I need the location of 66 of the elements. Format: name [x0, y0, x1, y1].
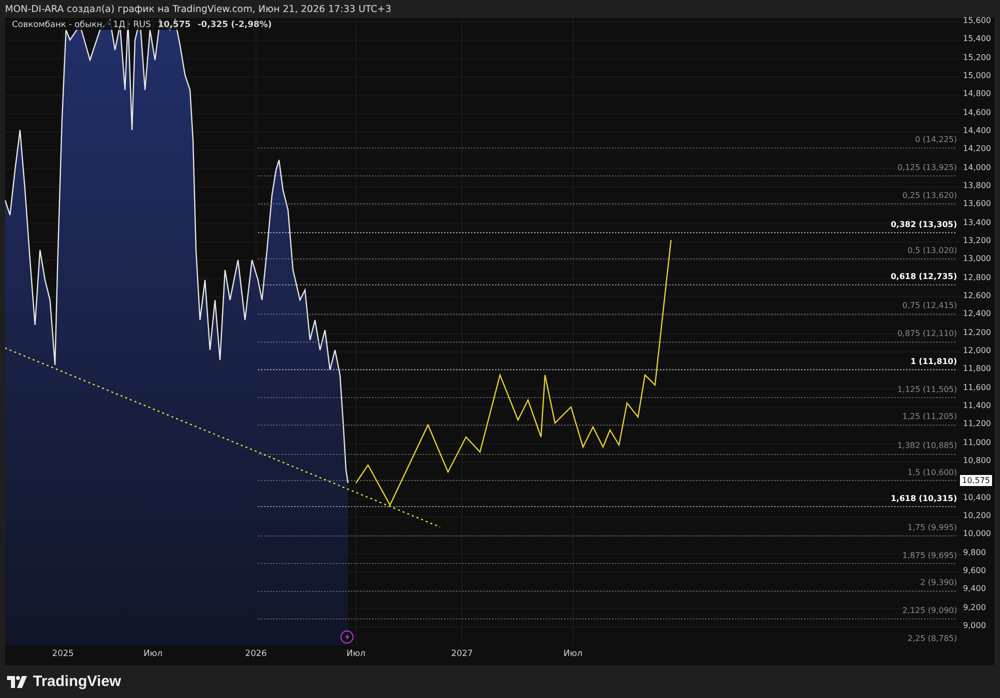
brand-name: TradingView — [33, 673, 122, 690]
symbol-title: Совкомбанк - обыкн. · 1Д · RUS — [11, 20, 152, 30]
fib-level-label: 0,25 (13,620) — [902, 190, 957, 200]
time-tick: 2026 — [245, 649, 267, 659]
fib-level-label: 1,5 (10,600) — [908, 468, 957, 476]
fib-level-label: 1,382 (10,885) — [897, 441, 957, 450]
price-tick: 12,400 — [963, 309, 991, 318]
price-tick: 10,800 — [963, 456, 991, 465]
price-tick: 13,200 — [963, 236, 991, 245]
price-tick: 15,000 — [963, 71, 991, 80]
price-tick: 15,400 — [963, 34, 991, 44]
price-tick: 12,600 — [963, 291, 991, 300]
time-tick: Июл — [564, 649, 582, 659]
price-tick: 11,000 — [963, 438, 991, 447]
fib-level-label: 2,25 (8,785) — [908, 634, 957, 643]
fib-level-label: 0 (14,225) — [915, 135, 957, 144]
price-tick: 9,400 — [963, 584, 986, 594]
fib-level-label: 1,875 (9,695) — [902, 550, 957, 560]
price-change: -0,325 (-2,98%) — [196, 20, 273, 30]
fib-level-label: 0,382 (13,305) — [890, 220, 957, 229]
price-tick: 15,600 — [963, 16, 991, 25]
time-tick: Июл — [346, 649, 366, 659]
fib-level-label: 1,75 (9,995) — [908, 523, 957, 532]
price-tick: 11,800 — [963, 364, 991, 374]
price-tick: 14,000 — [963, 162, 991, 172]
fib-level-label: 0,125 (13,925) — [897, 162, 957, 172]
fib-level-label: 1 (11,810) — [910, 356, 957, 366]
fib-level-label: 0,5 (13,020) — [908, 246, 957, 255]
fib-level-label: 1,618 (10,315) — [890, 494, 957, 503]
price-tick: 12,800 — [963, 272, 991, 282]
price-tick: 15,200 — [963, 52, 991, 62]
price-tick: 12,200 — [963, 328, 991, 337]
price-tick: 9,800 — [963, 548, 986, 557]
price-tick: 11,200 — [963, 419, 991, 428]
fib-level-label: 1,25 (11,205) — [902, 412, 957, 422]
price-tick: 11,600 — [963, 382, 991, 392]
price-tick: 14,200 — [963, 144, 991, 154]
last-price: 10,575 — [156, 20, 192, 30]
price-tick: 14,400 — [963, 126, 991, 135]
fib-level-label: 0,75 (12,415) — [902, 301, 957, 310]
price-tick: 12,000 — [963, 346, 991, 355]
lightning-icon[interactable] — [340, 630, 354, 644]
time-tick: 2027 — [451, 649, 473, 659]
chart-attribution: MON-DI-ARA создал(а) график на TradingView.com, Июн 21, 2026 17:33 UTC+3 — [5, 4, 392, 14]
time-tick: 2025 — [52, 649, 74, 659]
price-tick: 14,600 — [963, 108, 991, 117]
price-tick: 9,600 — [963, 566, 986, 575]
fib-level-label: 1,125 (11,505) — [897, 384, 957, 394]
last-price-tag: 10,575 — [960, 475, 992, 486]
price-tick: 9,200 — [963, 602, 986, 612]
fib-level-label: 2 (9,390) — [920, 578, 957, 588]
price-tick: 9,000 — [963, 621, 986, 630]
price-tick: 13,000 — [963, 254, 991, 264]
time-tick: Июл — [144, 649, 162, 659]
price-tick: 13,600 — [963, 199, 991, 208]
price-tick: 10,200 — [963, 511, 991, 520]
price-tick: 10,400 — [963, 492, 991, 502]
price-tick: 10,000 — [963, 529, 991, 538]
logo-icon — [7, 676, 27, 688]
price-tick: 13,800 — [963, 181, 991, 190]
price-tick: 14,800 — [963, 89, 991, 98]
fib-level-label: 0,618 (12,735) — [890, 272, 957, 281]
fib-level-label: 2,125 (9,090) — [902, 606, 957, 615]
price-tick: 13,400 — [963, 218, 991, 227]
price-tick: 11,400 — [963, 401, 991, 410]
fib-level-label: 0,875 (12,110) — [897, 329, 957, 338]
